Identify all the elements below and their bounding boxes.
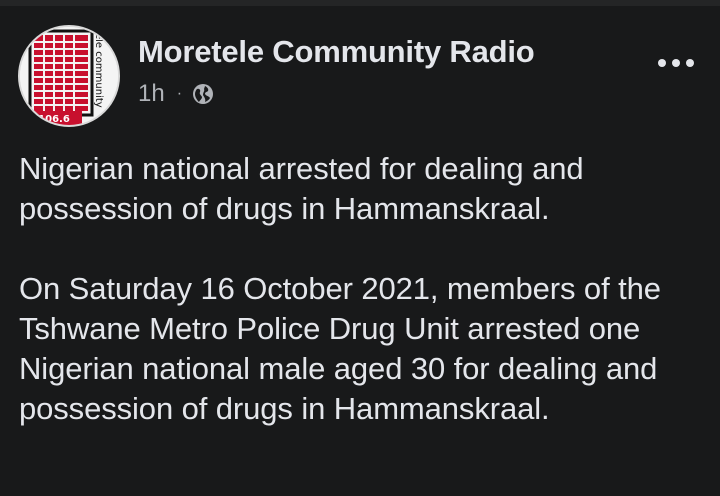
more-options-button[interactable]	[652, 46, 700, 80]
facebook-post: 106.6 ele community Moretele Community R…	[0, 6, 720, 496]
post-message: Nigerian national arrested for dealing a…	[19, 149, 709, 429]
svg-text:ele community: ele community	[93, 33, 104, 108]
more-options-icon-dot	[686, 59, 694, 67]
radio-logo: 106.6 ele community	[20, 27, 118, 125]
post-time-link[interactable]: 1h	[138, 80, 165, 108]
page-avatar[interactable]: 106.6 ele community	[18, 25, 120, 127]
post-meta: 1h ·	[138, 80, 214, 108]
more-options-icon-dot	[672, 59, 680, 67]
globe-icon[interactable]	[192, 83, 214, 105]
post-body: On Saturday 16 October 2021, members of …	[19, 271, 661, 426]
post-headline: Nigerian national arrested for dealing a…	[19, 151, 584, 226]
more-options-icon	[658, 59, 666, 67]
meta-separator: ·	[176, 85, 183, 102]
svg-text:106.6: 106.6	[38, 114, 70, 125]
page-name-link[interactable]: Moretele Community Radio	[138, 34, 535, 70]
